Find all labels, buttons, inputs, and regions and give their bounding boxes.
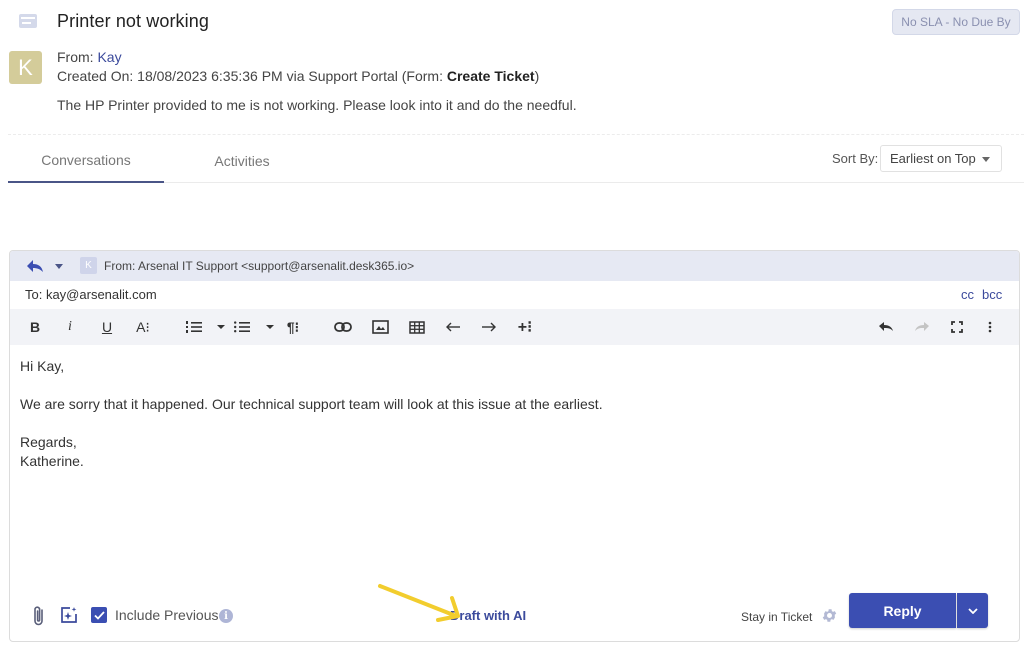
reply-greeting: Hi Kay, xyxy=(20,358,65,374)
created-text: Created On: 18/08/2023 6:35:36 PM via Su… xyxy=(57,68,447,84)
reply-editor[interactable]: Hi Kay, We are sorry that it happened. O… xyxy=(10,345,1019,595)
link-icon xyxy=(334,322,352,332)
composer-from-bar: K From: Arsenal IT Support <support@arse… xyxy=(10,251,1019,281)
insert-image-button[interactable] xyxy=(370,309,390,345)
editor-toolbar: B i U A⁝ ¶⁝ +⁝ xyxy=(10,309,1019,345)
reply-closing: Regards, xyxy=(20,434,77,450)
caret-down-icon xyxy=(217,325,225,329)
checkmark-icon xyxy=(93,610,105,620)
caret-down-icon xyxy=(266,325,274,329)
attachment-icon[interactable] xyxy=(32,605,46,627)
requester-name-link[interactable]: Kay xyxy=(97,49,121,65)
outdent-button[interactable] xyxy=(443,309,463,345)
redo-button[interactable] xyxy=(912,309,932,345)
reply-icon[interactable] xyxy=(26,258,44,274)
sender-avatar: K xyxy=(80,257,97,274)
requester-avatar: K xyxy=(9,51,42,84)
composer-to-bar: To: kay@arsenalit.com cc bcc xyxy=(10,281,1019,309)
paragraph-format-button[interactable]: ¶⁝ xyxy=(282,309,304,345)
form-name: Create Ticket xyxy=(446,68,535,84)
reply-button[interactable]: Reply xyxy=(849,593,956,628)
ticket-from: From: Kay xyxy=(57,49,122,65)
reply-message: We are sorry that it happened. Our techn… xyxy=(20,396,603,412)
italic-button[interactable]: i xyxy=(62,309,78,345)
reply-type-dropdown-icon[interactable] xyxy=(55,264,63,269)
composer-footer: Include Previous i Draft with AI Stay in… xyxy=(10,593,1019,641)
bcc-link[interactable]: bcc xyxy=(982,287,1002,302)
underline-button[interactable]: U xyxy=(98,309,116,345)
bullet-list-button[interactable] xyxy=(232,309,252,345)
cc-link[interactable]: cc xyxy=(961,287,974,302)
gear-icon[interactable] xyxy=(821,607,838,624)
created-suffix: ) xyxy=(534,68,540,84)
composer-to-field[interactable]: To: kay@arsenalit.com xyxy=(25,287,157,302)
reply-composer: K From: Arsenal IT Support <support@arse… xyxy=(9,250,1020,642)
undo-icon xyxy=(879,322,893,331)
fullscreen-button[interactable] xyxy=(947,309,967,345)
ordered-list-dropdown[interactable] xyxy=(215,309,227,345)
divider xyxy=(8,134,1024,135)
redo-icon xyxy=(915,322,929,331)
insert-ai-image-icon[interactable] xyxy=(60,606,78,624)
stay-in-ticket-label: Stay in Ticket xyxy=(741,610,813,624)
sort-by-label: Sort By: xyxy=(832,151,879,166)
chevron-down-icon xyxy=(967,607,978,614)
from-label: From: xyxy=(57,49,94,65)
more-insert-button[interactable]: +⁝ xyxy=(513,309,537,345)
sort-selected-value: Earliest on Top xyxy=(890,151,976,166)
insert-link-button[interactable] xyxy=(333,309,353,345)
bullet-list-icon xyxy=(234,321,250,333)
tab-conversations[interactable]: Conversations xyxy=(8,139,164,183)
reply-options-dropdown[interactable] xyxy=(957,593,988,628)
bullet-list-dropdown[interactable] xyxy=(264,309,276,345)
reply-signature: Katherine. xyxy=(20,453,84,469)
ordered-list-icon xyxy=(186,321,202,333)
caret-down-icon xyxy=(982,157,990,162)
undo-button[interactable] xyxy=(876,309,896,345)
image-icon xyxy=(371,320,389,334)
sla-badge[interactable]: No SLA - No Due By xyxy=(892,9,1020,35)
font-size-button[interactable]: A⁝ xyxy=(133,309,153,345)
insert-table-button[interactable] xyxy=(407,309,427,345)
info-icon[interactable]: i xyxy=(219,609,233,623)
ticket-description: The HP Printer provided to me is not wor… xyxy=(57,97,577,113)
include-previous-label[interactable]: Include Previous xyxy=(115,607,219,623)
indent-button[interactable] xyxy=(479,309,499,345)
sort-by-select[interactable]: Earliest on Top xyxy=(880,145,1002,172)
arrow-left-icon xyxy=(446,322,460,332)
ordered-list-button[interactable] xyxy=(184,309,204,345)
ticket-created-on: Created On: 18/08/2023 6:35:36 PM via Su… xyxy=(57,68,539,84)
annotation-arrow-icon xyxy=(378,584,460,622)
ticket-title: Printer not working xyxy=(57,11,209,31)
more-options-button[interactable] xyxy=(982,309,998,345)
bold-button[interactable]: B xyxy=(26,309,44,345)
include-previous-checkbox[interactable] xyxy=(91,607,107,623)
vertical-dots-icon xyxy=(988,321,992,333)
composer-from: From: Arsenal IT Support <support@arsena… xyxy=(104,259,415,273)
table-icon xyxy=(409,320,425,334)
ticket-icon xyxy=(19,14,37,28)
arrow-right-icon xyxy=(482,322,496,332)
tab-activities[interactable]: Activities xyxy=(164,139,320,183)
fullscreen-icon xyxy=(951,321,963,333)
